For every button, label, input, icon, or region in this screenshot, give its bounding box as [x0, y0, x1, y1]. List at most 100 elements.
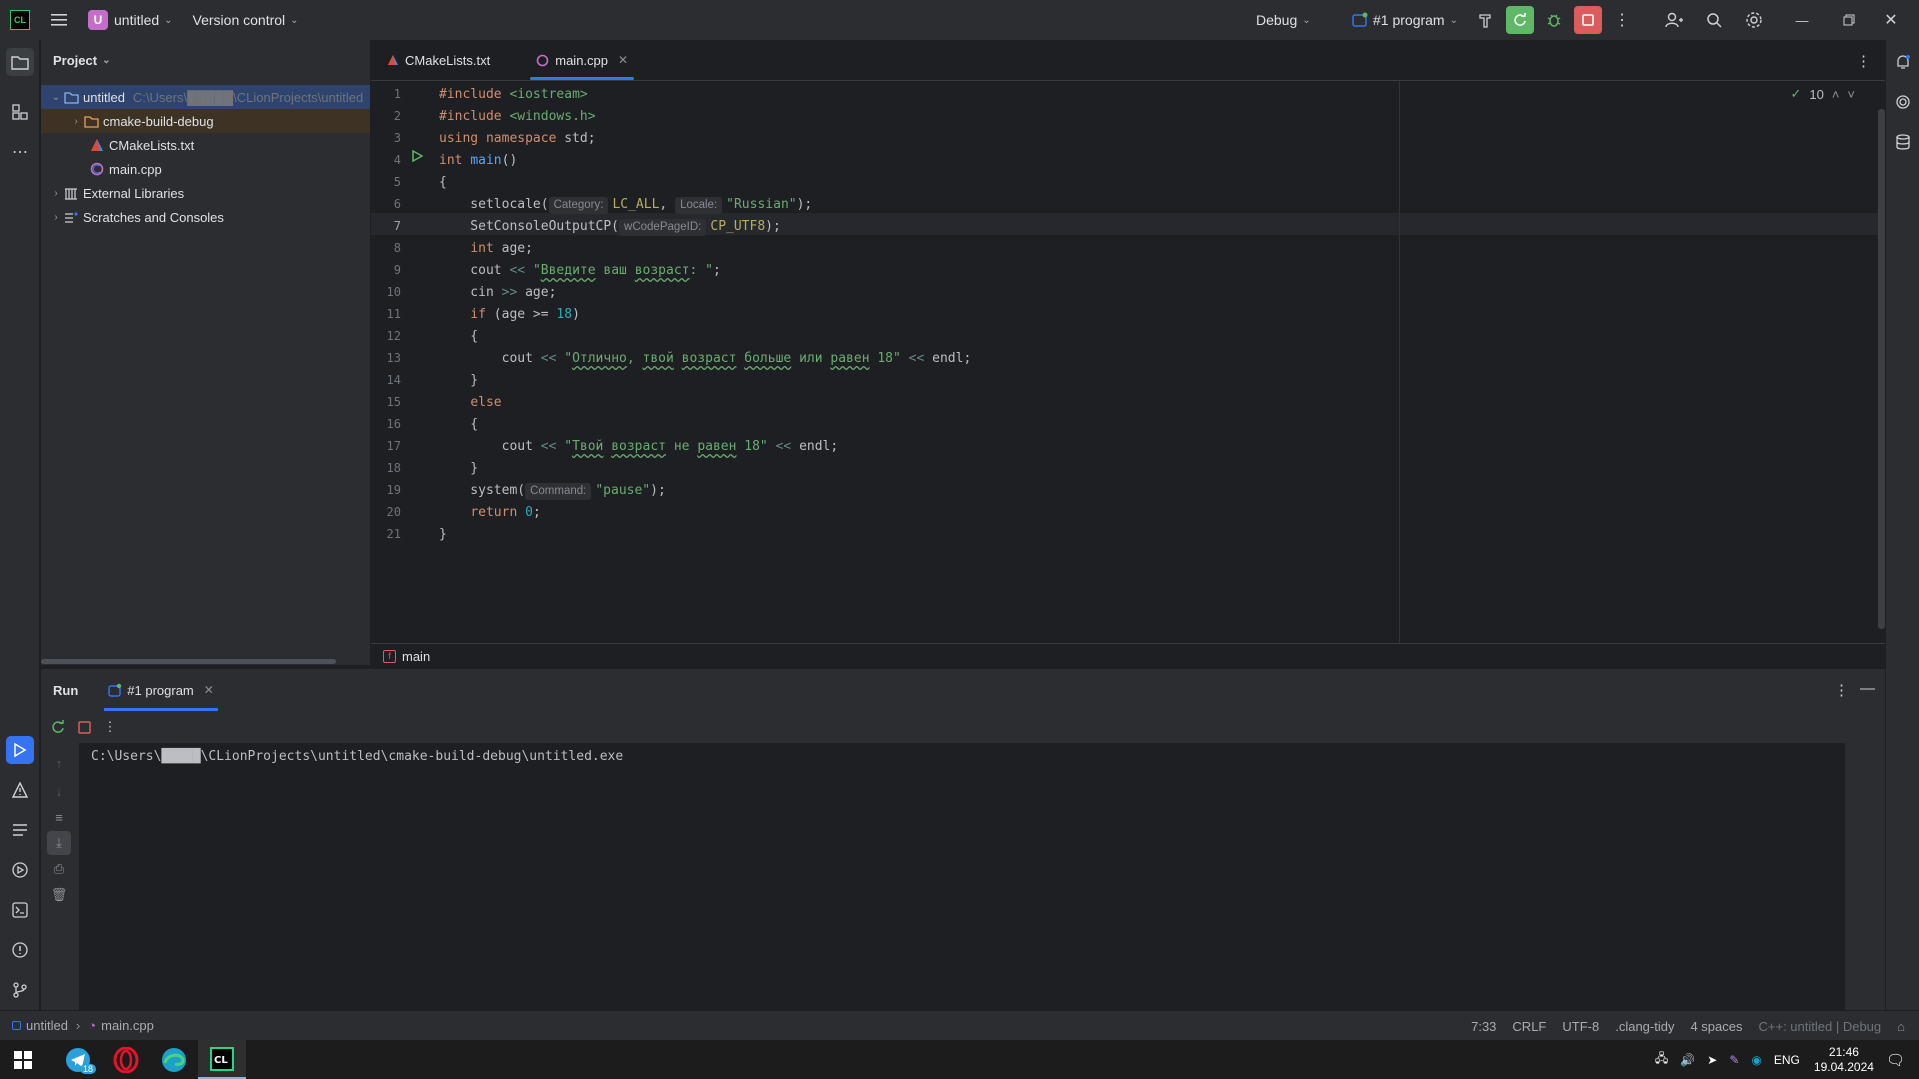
soft-wrap-icon[interactable]: ≡	[47, 805, 71, 829]
code-line: system(Command: "pause");	[439, 483, 666, 500]
indent-setting[interactable]: 4 spaces	[1690, 1019, 1742, 1034]
services-tool-button[interactable]	[6, 856, 34, 884]
print-icon[interactable]: ⎙	[47, 857, 71, 881]
telegram-taskbar-button[interactable]: 18	[54, 1040, 102, 1079]
telegram-tray-icon[interactable]: ➤	[1707, 1053, 1717, 1067]
windows-start-button[interactable]	[0, 1040, 46, 1079]
database-button[interactable]	[1889, 128, 1917, 156]
run-console-output[interactable]: C:\Users\█████\CLionProjects\untitled\cm…	[79, 743, 1845, 1010]
build-button[interactable]	[1472, 6, 1500, 34]
arrow-down-icon[interactable]: ↓	[47, 779, 71, 803]
edge-taskbar-button[interactable]	[150, 1040, 198, 1079]
tree-item-main-cpp[interactable]: main.cpp	[41, 157, 370, 181]
tab-run-program[interactable]: #1 program ✕	[96, 669, 226, 711]
settings-button[interactable]	[1740, 6, 1768, 34]
line-separator[interactable]: CRLF	[1512, 1019, 1546, 1034]
problems-list-tool-button[interactable]	[6, 936, 34, 964]
structure-tool-button[interactable]	[6, 98, 34, 126]
restore-icon	[1843, 14, 1855, 26]
caret-position[interactable]: 7:33	[1471, 1019, 1496, 1034]
notifications-button[interactable]	[1889, 48, 1917, 76]
opera-taskbar-button[interactable]	[102, 1040, 150, 1079]
resolve-context[interactable]: C++: untitled | Debug	[1759, 1019, 1882, 1034]
run-icon	[412, 149, 424, 163]
tree-item-external-libraries[interactable]: › External Libraries	[41, 181, 370, 205]
project-tool-button[interactable]	[6, 48, 34, 76]
pen-icon[interactable]: ✎	[1729, 1053, 1739, 1067]
run-gutter-icon[interactable]	[411, 149, 424, 165]
lock-icon[interactable]: ⌂	[1897, 1019, 1905, 1034]
chevron-right-icon[interactable]: ›	[69, 116, 83, 127]
tree-item-scratches[interactable]: › Scratches and Consoles	[41, 205, 370, 229]
file-encoding[interactable]: UTF-8	[1562, 1019, 1599, 1034]
rerun-button[interactable]	[1506, 6, 1534, 34]
run-config-selector[interactable]: #1 program ⌄	[1348, 5, 1462, 35]
horizontal-scrollbar[interactable]	[41, 659, 336, 664]
more-actions-button[interactable]: ⋮	[1608, 6, 1636, 34]
stop-button[interactable]	[1574, 6, 1602, 34]
scroll-to-end-icon[interactable]: ⤓	[47, 831, 71, 855]
build-config-selector[interactable]: Debug ⌄	[1252, 5, 1315, 35]
status-file[interactable]: main.cpp	[101, 1018, 154, 1033]
status-right: 7:33 CRLF UTF-8 .clang-tidy 4 spaces C++…	[1471, 1011, 1905, 1041]
debug-button[interactable]	[1540, 6, 1568, 34]
problems-tool-button[interactable]	[6, 776, 34, 804]
restore-button[interactable]	[1835, 6, 1863, 34]
editor-tabs-menu-button[interactable]: ⋮	[1856, 52, 1871, 70]
clion-taskbar-button[interactable]: CL	[198, 1040, 246, 1079]
structure-icon	[12, 104, 28, 120]
notification-center-icon[interactable]: 🗨	[1886, 1051, 1905, 1069]
network-icon[interactable]: 🖧	[1655, 1049, 1668, 1070]
chevron-right-icon[interactable]: ›	[49, 212, 63, 223]
tree-item-root[interactable]: ⌄ untitled C:\Users\█████\CLionProjects\…	[41, 85, 370, 109]
clang-tidy-config[interactable]: .clang-tidy	[1615, 1019, 1674, 1034]
code-editor[interactable]: 1 2 3 4 5 6 7 8 9 10 11 12 13 14 15 16 17 18 19 20 21 #inclu…	[371, 81, 1885, 643]
breadcrumb-function[interactable]: main	[402, 649, 430, 664]
close-icon[interactable]: ✕	[204, 683, 214, 697]
search-icon	[1707, 13, 1722, 28]
minimize-button[interactable]: —	[1788, 6, 1816, 34]
tab-main-cpp[interactable]: main.cpp ✕	[522, 40, 642, 80]
chevron-down-icon[interactable]: ˅	[1847, 87, 1855, 102]
inspection-widget[interactable]: ✓ 10 ˄ ˅	[1790, 86, 1855, 102]
chevron-right-icon[interactable]: ›	[49, 188, 63, 199]
todo-tool-button[interactable]	[6, 816, 34, 844]
input-language[interactable]: ENG	[1774, 1053, 1800, 1067]
editor-gutter[interactable]: 1 2 3 4 5 6 7 8 9 10 11 12 13 14 15 16 17 18 19 20 21	[371, 81, 441, 643]
hamburger-icon	[51, 14, 67, 26]
code-line: else	[470, 395, 502, 410]
cpp-file-icon	[89, 161, 105, 177]
clock[interactable]: 21:46 19.04.2024	[1814, 1045, 1874, 1075]
run-panel-options-button[interactable]: ⋮	[1834, 681, 1849, 699]
vcs-selector[interactable]: Version control ⌄	[189, 5, 303, 35]
trash-icon[interactable]: 🗑	[47, 883, 71, 907]
terminal-tool-button[interactable]	[6, 896, 34, 924]
edge-tray-icon[interactable]: ◉	[1751, 1053, 1761, 1067]
chevron-down-icon[interactable]: ⌄	[49, 92, 63, 103]
arrow-up-icon[interactable]: ↑	[47, 751, 71, 775]
vertical-scrollbar[interactable]	[1878, 109, 1885, 629]
close-icon[interactable]: ✕	[618, 53, 628, 67]
tab-cmakelists[interactable]: CMakeLists.txt	[373, 40, 504, 80]
close-window-button[interactable]: ✕	[1877, 6, 1905, 34]
gear-icon	[1746, 12, 1762, 28]
project-selector[interactable]: U untitled ⌄	[84, 5, 177, 35]
project-panel-header[interactable]: Project ⌄	[41, 40, 370, 80]
hide-panel-button[interactable]: —	[1860, 680, 1875, 697]
search-everywhere-button[interactable]	[1700, 6, 1728, 34]
tree-item-cmake-build-debug[interactable]: › cmake-build-debug	[41, 109, 370, 133]
main-menu-button[interactable]	[44, 5, 74, 35]
list-icon	[13, 824, 27, 836]
git-tool-button[interactable]	[6, 976, 34, 1004]
run-more-button[interactable]: ⋮	[97, 719, 123, 735]
status-project[interactable]: untitled	[26, 1018, 68, 1033]
chevron-up-icon[interactable]: ˄	[1832, 87, 1840, 102]
more-tools-button[interactable]: ⋯	[6, 138, 34, 166]
ai-assistant-button[interactable]	[1889, 88, 1917, 116]
volume-icon[interactable]: 🔊	[1680, 1053, 1695, 1067]
code-with-me-button[interactable]	[1660, 6, 1688, 34]
stop-icon	[1582, 14, 1594, 26]
run-tool-button[interactable]	[6, 736, 34, 764]
tree-item-cmakelists[interactable]: CMakeLists.txt	[41, 133, 370, 157]
status-bar: untitled › ◔ main.cpp 7:33 CRLF UTF-8 .c…	[0, 1010, 1919, 1040]
